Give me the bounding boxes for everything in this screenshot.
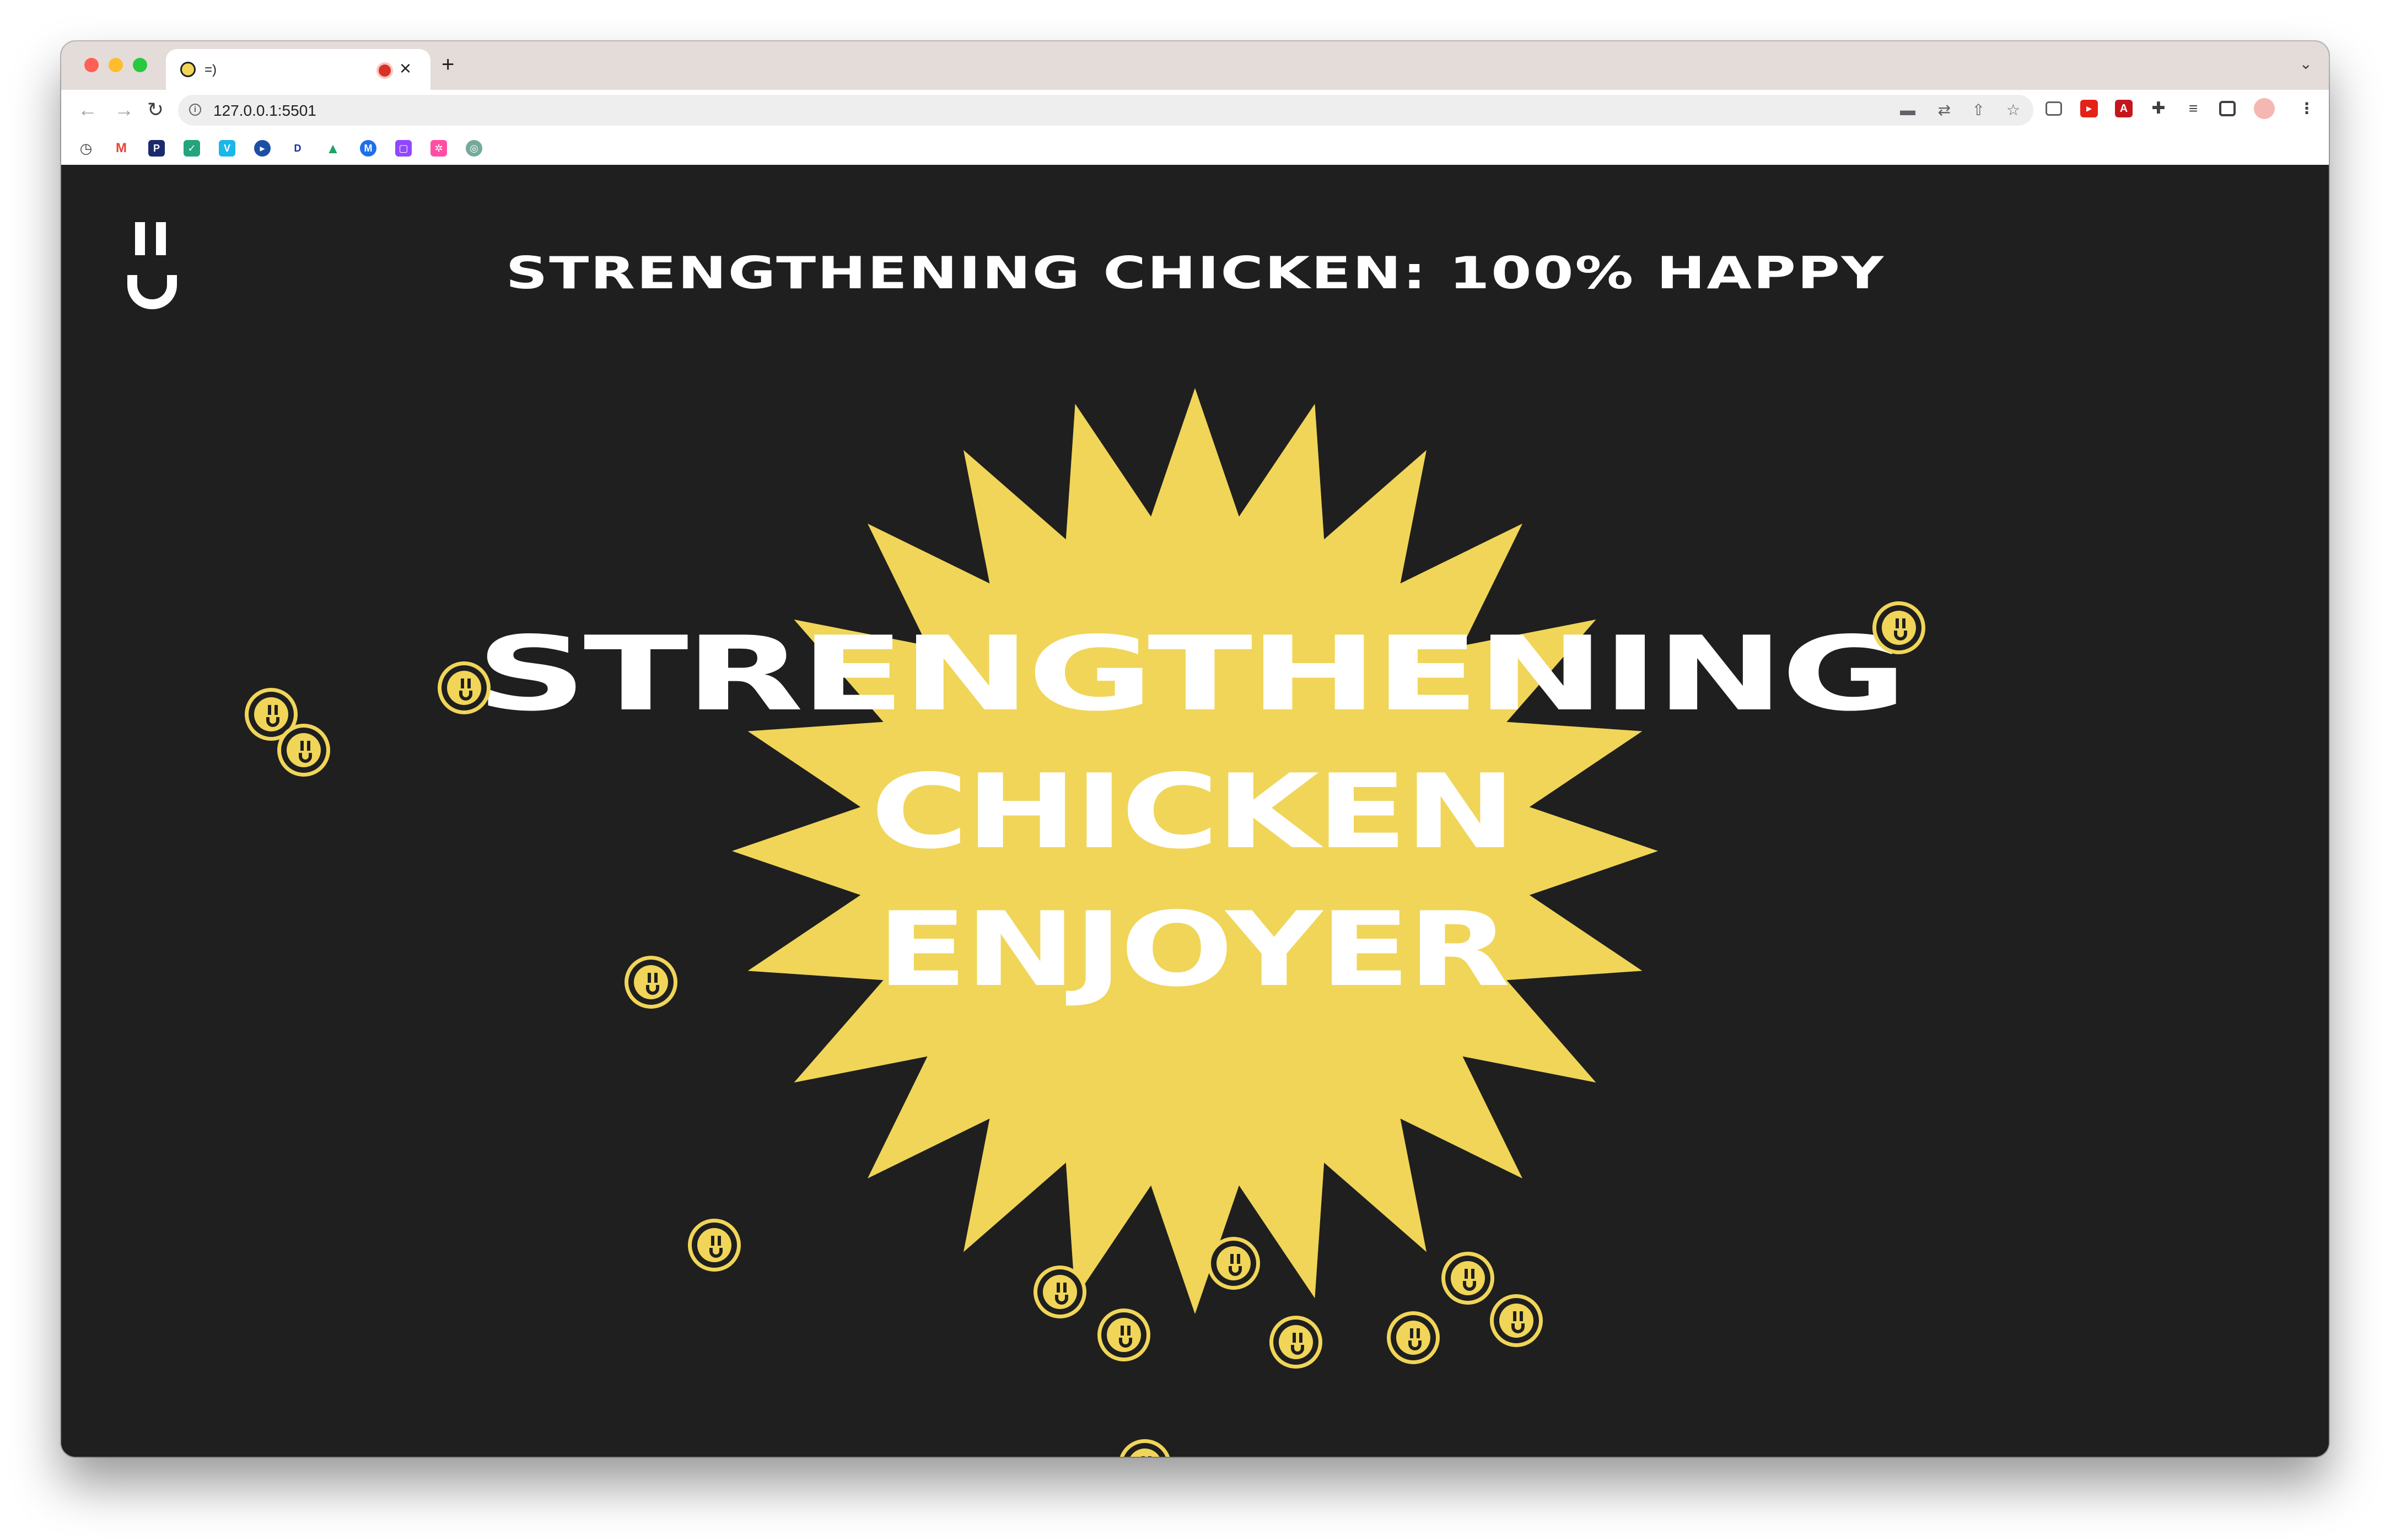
twitch-icon[interactable]: ▢ bbox=[395, 140, 412, 157]
tab-active[interactable]: =) × bbox=[166, 49, 430, 90]
smiley-icon bbox=[688, 1219, 741, 1272]
smiley-icon bbox=[1872, 601, 1925, 654]
smiley-icon bbox=[625, 956, 677, 1009]
smiley-icon bbox=[1207, 1237, 1260, 1290]
smiley-favicon-icon bbox=[180, 62, 196, 77]
profile-avatar[interactable] bbox=[2254, 98, 2275, 119]
drive-icon[interactable]: ▲ bbox=[325, 140, 341, 157]
smiley-icon bbox=[1033, 1266, 1086, 1318]
hero-line-2: CHICKEN bbox=[870, 752, 1516, 871]
minimize-window-button[interactable] bbox=[109, 58, 123, 72]
tab-search-button[interactable]: ⌄ bbox=[2300, 55, 2312, 73]
back-button[interactable]: ← bbox=[78, 98, 98, 122]
tab-strip: =) × + ⌄ bbox=[61, 41, 2329, 90]
hero-line-3: ENJOYER bbox=[876, 890, 1510, 1009]
site-info-icon[interactable]: i bbox=[189, 104, 201, 116]
browser-window: =) × + ⌄ ← → ↻ i 127.0.0.1:5501 ▬ ⇄ ⇧ ☆ … bbox=[61, 41, 2329, 1457]
new-tab-button[interactable]: + bbox=[442, 52, 454, 77]
reload-button[interactable]: ↻ bbox=[147, 98, 164, 122]
youtube-ext-icon[interactable]: ▸ bbox=[2080, 100, 2098, 117]
browser-toolbar: ← → ↻ i 127.0.0.1:5501 ▬ ⇄ ⇧ ☆ ▸ A ✚ ≡ ⋮ bbox=[61, 90, 2329, 131]
chatgpt-icon[interactable]: ◎ bbox=[466, 140, 482, 157]
playlist-icon[interactable]: ≡ bbox=[2184, 100, 2202, 117]
check-icon[interactable]: ✓ bbox=[184, 140, 200, 157]
gmail-icon[interactable]: M bbox=[113, 140, 130, 157]
cast-icon[interactable] bbox=[2046, 101, 2062, 116]
p-icon[interactable]: P bbox=[148, 140, 165, 157]
close-window-button[interactable] bbox=[84, 58, 99, 72]
play-icon[interactable]: ▸ bbox=[254, 140, 271, 157]
more-menu-icon[interactable]: ⋮ bbox=[2299, 100, 2314, 117]
bookmarks-bar: ◷ M P ✓ V ▸ D ▲ M ▢ ✲ ◎ bbox=[61, 131, 2329, 166]
smiley-icon bbox=[438, 661, 491, 714]
smiley-icon bbox=[1490, 1294, 1543, 1347]
m-icon[interactable]: M bbox=[360, 140, 376, 157]
smiley-icon bbox=[1097, 1309, 1150, 1361]
smiley-icon bbox=[1441, 1252, 1494, 1305]
tab-close-button[interactable]: × bbox=[400, 57, 411, 79]
hero-line-1: STRENGTHENING bbox=[476, 614, 1908, 734]
tab-title: =) bbox=[204, 62, 217, 77]
v-icon[interactable]: V bbox=[219, 140, 235, 157]
pdf-ext-icon[interactable]: A bbox=[2115, 100, 2133, 117]
forward-button[interactable]: → bbox=[114, 98, 134, 122]
zoom-window-button[interactable] bbox=[133, 58, 147, 72]
smiley-icon bbox=[1387, 1311, 1440, 1364]
address-bar[interactable]: i 127.0.0.1:5501 ▬ ⇄ ⇧ ☆ bbox=[178, 95, 2033, 126]
page-viewport: STRENGTHENING CHICKEN: 100% HAPPY STRENG… bbox=[61, 165, 2329, 1457]
smiley-icon bbox=[1269, 1316, 1322, 1369]
disney-icon[interactable]: D bbox=[289, 140, 306, 157]
share-icon[interactable]: ⇧ bbox=[1972, 101, 1985, 119]
smiley-icon bbox=[277, 724, 330, 777]
translate-icon[interactable]: ⇄ bbox=[1938, 101, 1951, 119]
flower-icon[interactable]: ✲ bbox=[430, 140, 447, 157]
camera-icon[interactable]: ▬ bbox=[1900, 101, 1915, 119]
history-icon[interactable]: ◷ bbox=[78, 140, 94, 157]
sidepanel-icon[interactable] bbox=[2219, 101, 2236, 116]
recording-indicator-icon bbox=[379, 64, 391, 77]
puzzle-icon[interactable]: ✚ bbox=[2150, 100, 2167, 117]
url-text[interactable]: 127.0.0.1:5501 bbox=[213, 102, 316, 120]
star-icon[interactable]: ☆ bbox=[2006, 101, 2020, 119]
